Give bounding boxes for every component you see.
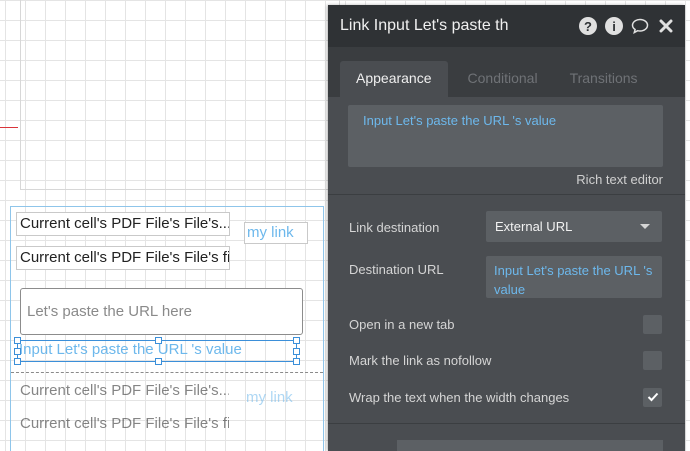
- wrap-text-label: Wrap the text when the width changes: [349, 390, 570, 405]
- nofollow-label: Mark the link as nofollow: [349, 353, 492, 368]
- nofollow-checkbox[interactable]: [643, 351, 662, 370]
- resize-handle-mr[interactable]: [293, 348, 300, 355]
- resize-handle-tc[interactable]: [155, 337, 162, 344]
- destination-url-field[interactable]: Input Let's paste the URL 's value: [486, 256, 662, 298]
- link-destination-value: External URL: [495, 219, 573, 234]
- checkmark-icon: [647, 390, 659, 405]
- panel-tabs: Appearance Conditional Transitions: [328, 47, 685, 97]
- destination-url-label: Destination URL: [349, 262, 444, 277]
- resize-handle-bc[interactable]: [155, 358, 162, 365]
- pdf-file-text-2[interactable]: Current cell's PDF File's File's fi...: [16, 246, 230, 270]
- open-new-tab-label: Open in a new tab: [349, 317, 455, 332]
- my-link-element[interactable]: my link: [244, 222, 308, 244]
- repeating-cell-divider: [11, 372, 323, 373]
- tab-conditional[interactable]: Conditional: [452, 61, 554, 97]
- resize-handle-tl[interactable]: [14, 337, 21, 344]
- property-editor-panel: Link Input Let's paste th ? i Appearance…: [328, 5, 685, 451]
- panel-title: Link Input Let's paste th: [340, 17, 509, 34]
- section-divider: [328, 194, 685, 195]
- pdf-file-text-1[interactable]: Current cell's PDF File's File's...: [16, 212, 230, 236]
- info-icon[interactable]: i: [605, 17, 623, 35]
- url-input[interactable]: Let's paste the URL here: [20, 288, 303, 335]
- section-divider-2: [328, 423, 685, 424]
- my-link-element-2[interactable]: my link: [246, 388, 293, 408]
- guide-marker: [0, 127, 18, 128]
- chevron-down-icon: [640, 224, 650, 229]
- pdf-file-text-3[interactable]: Current cell's PDF File's File's...: [16, 379, 230, 403]
- tab-appearance[interactable]: Appearance: [340, 61, 448, 97]
- canvas-top-container[interactable]: [20, 0, 340, 190]
- close-icon[interactable]: [657, 17, 675, 35]
- rich-text-editor-link[interactable]: Rich text editor: [576, 172, 663, 187]
- resize-handle-ml[interactable]: [14, 348, 21, 355]
- tab-transitions[interactable]: Transitions: [554, 61, 654, 97]
- resize-handle-tr[interactable]: [293, 337, 300, 344]
- link-destination-label: Link destination: [349, 220, 440, 235]
- link-destination-dropdown[interactable]: External URL: [486, 211, 662, 242]
- wrap-text-checkbox[interactable]: [643, 388, 662, 407]
- resize-handle-br[interactable]: [293, 358, 300, 365]
- rich-text-editor[interactable]: Input Let's paste the URL 's value: [348, 105, 663, 167]
- next-property-field[interactable]: [397, 440, 663, 451]
- panel-header: Link Input Let's paste th ? i: [328, 5, 685, 47]
- pdf-file-text-4[interactable]: Current cell's PDF File's File's fi...: [16, 412, 230, 436]
- open-new-tab-checkbox[interactable]: [643, 315, 662, 334]
- resize-handle-bl[interactable]: [14, 358, 21, 365]
- help-icon[interactable]: ?: [579, 17, 597, 35]
- comment-icon[interactable]: [631, 17, 649, 35]
